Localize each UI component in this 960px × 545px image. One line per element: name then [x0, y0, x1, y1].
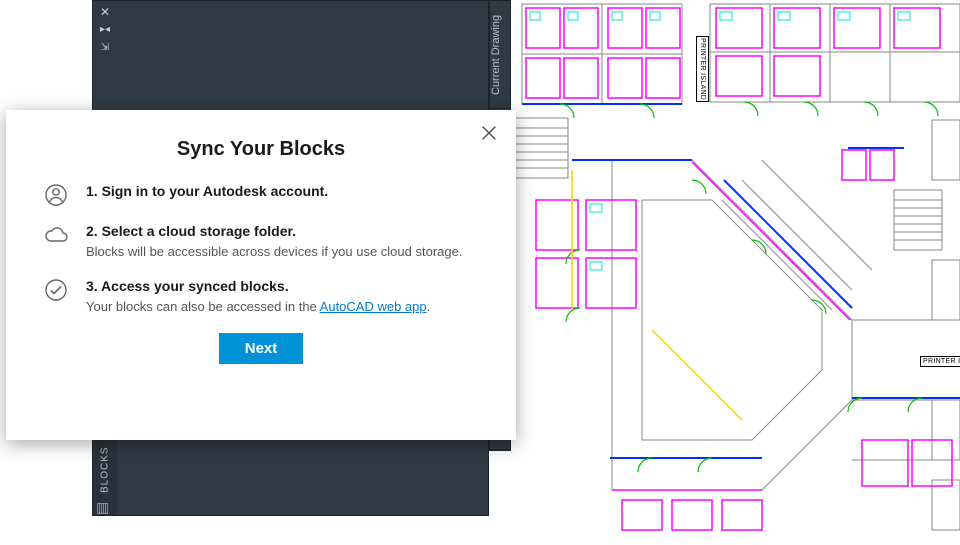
user-icon	[44, 183, 68, 207]
step-2-desc: Blocks will be accessible across devices…	[86, 243, 478, 262]
step-3-title: 3. Access your synced blocks.	[86, 278, 478, 294]
palette-close-icon[interactable]: ✕	[98, 5, 112, 19]
step-2-title: 2. Select a cloud storage folder.	[86, 223, 478, 239]
printer-island-label-1: PRINTER ISLAND	[696, 36, 709, 102]
autocad-web-app-link[interactable]: AutoCAD web app	[320, 299, 427, 314]
step-2: 2. Select a cloud storage folder. Blocks…	[44, 223, 478, 262]
cloud-icon	[44, 223, 68, 247]
printer-island-label-2: PRINTER ISLAND	[920, 356, 960, 367]
dialog-title: Sync Your Blocks	[44, 138, 478, 161]
check-icon	[44, 278, 68, 302]
next-button[interactable]: Next	[219, 333, 304, 364]
drawing-canvas[interactable]: PRINTER ISLAND PRINTER ISLAND	[512, 0, 960, 540]
step-1: 1. Sign in to your Autodesk account.	[44, 183, 478, 207]
tab-current-drawing[interactable]: Current Drawing	[490, 1, 510, 109]
step-3: 3. Access your synced blocks. Your block…	[44, 278, 478, 317]
palette-pin-icon[interactable]: ⇲	[98, 41, 112, 55]
close-icon[interactable]	[478, 122, 500, 144]
palette-toolbar: ✕ ▸◂ ⇲	[93, 1, 117, 61]
sync-blocks-dialog: Sync Your Blocks 1. Sign in to your Auto…	[6, 110, 516, 440]
step-3-desc: Your blocks can also be accessed in the …	[86, 298, 478, 317]
palette-menu-icon[interactable]: ▥	[96, 499, 114, 517]
floorplan-svg	[512, 0, 960, 540]
palette-collapse-icon[interactable]: ▸◂	[98, 23, 112, 37]
step-1-title: 1. Sign in to your Autodesk account.	[86, 183, 478, 199]
